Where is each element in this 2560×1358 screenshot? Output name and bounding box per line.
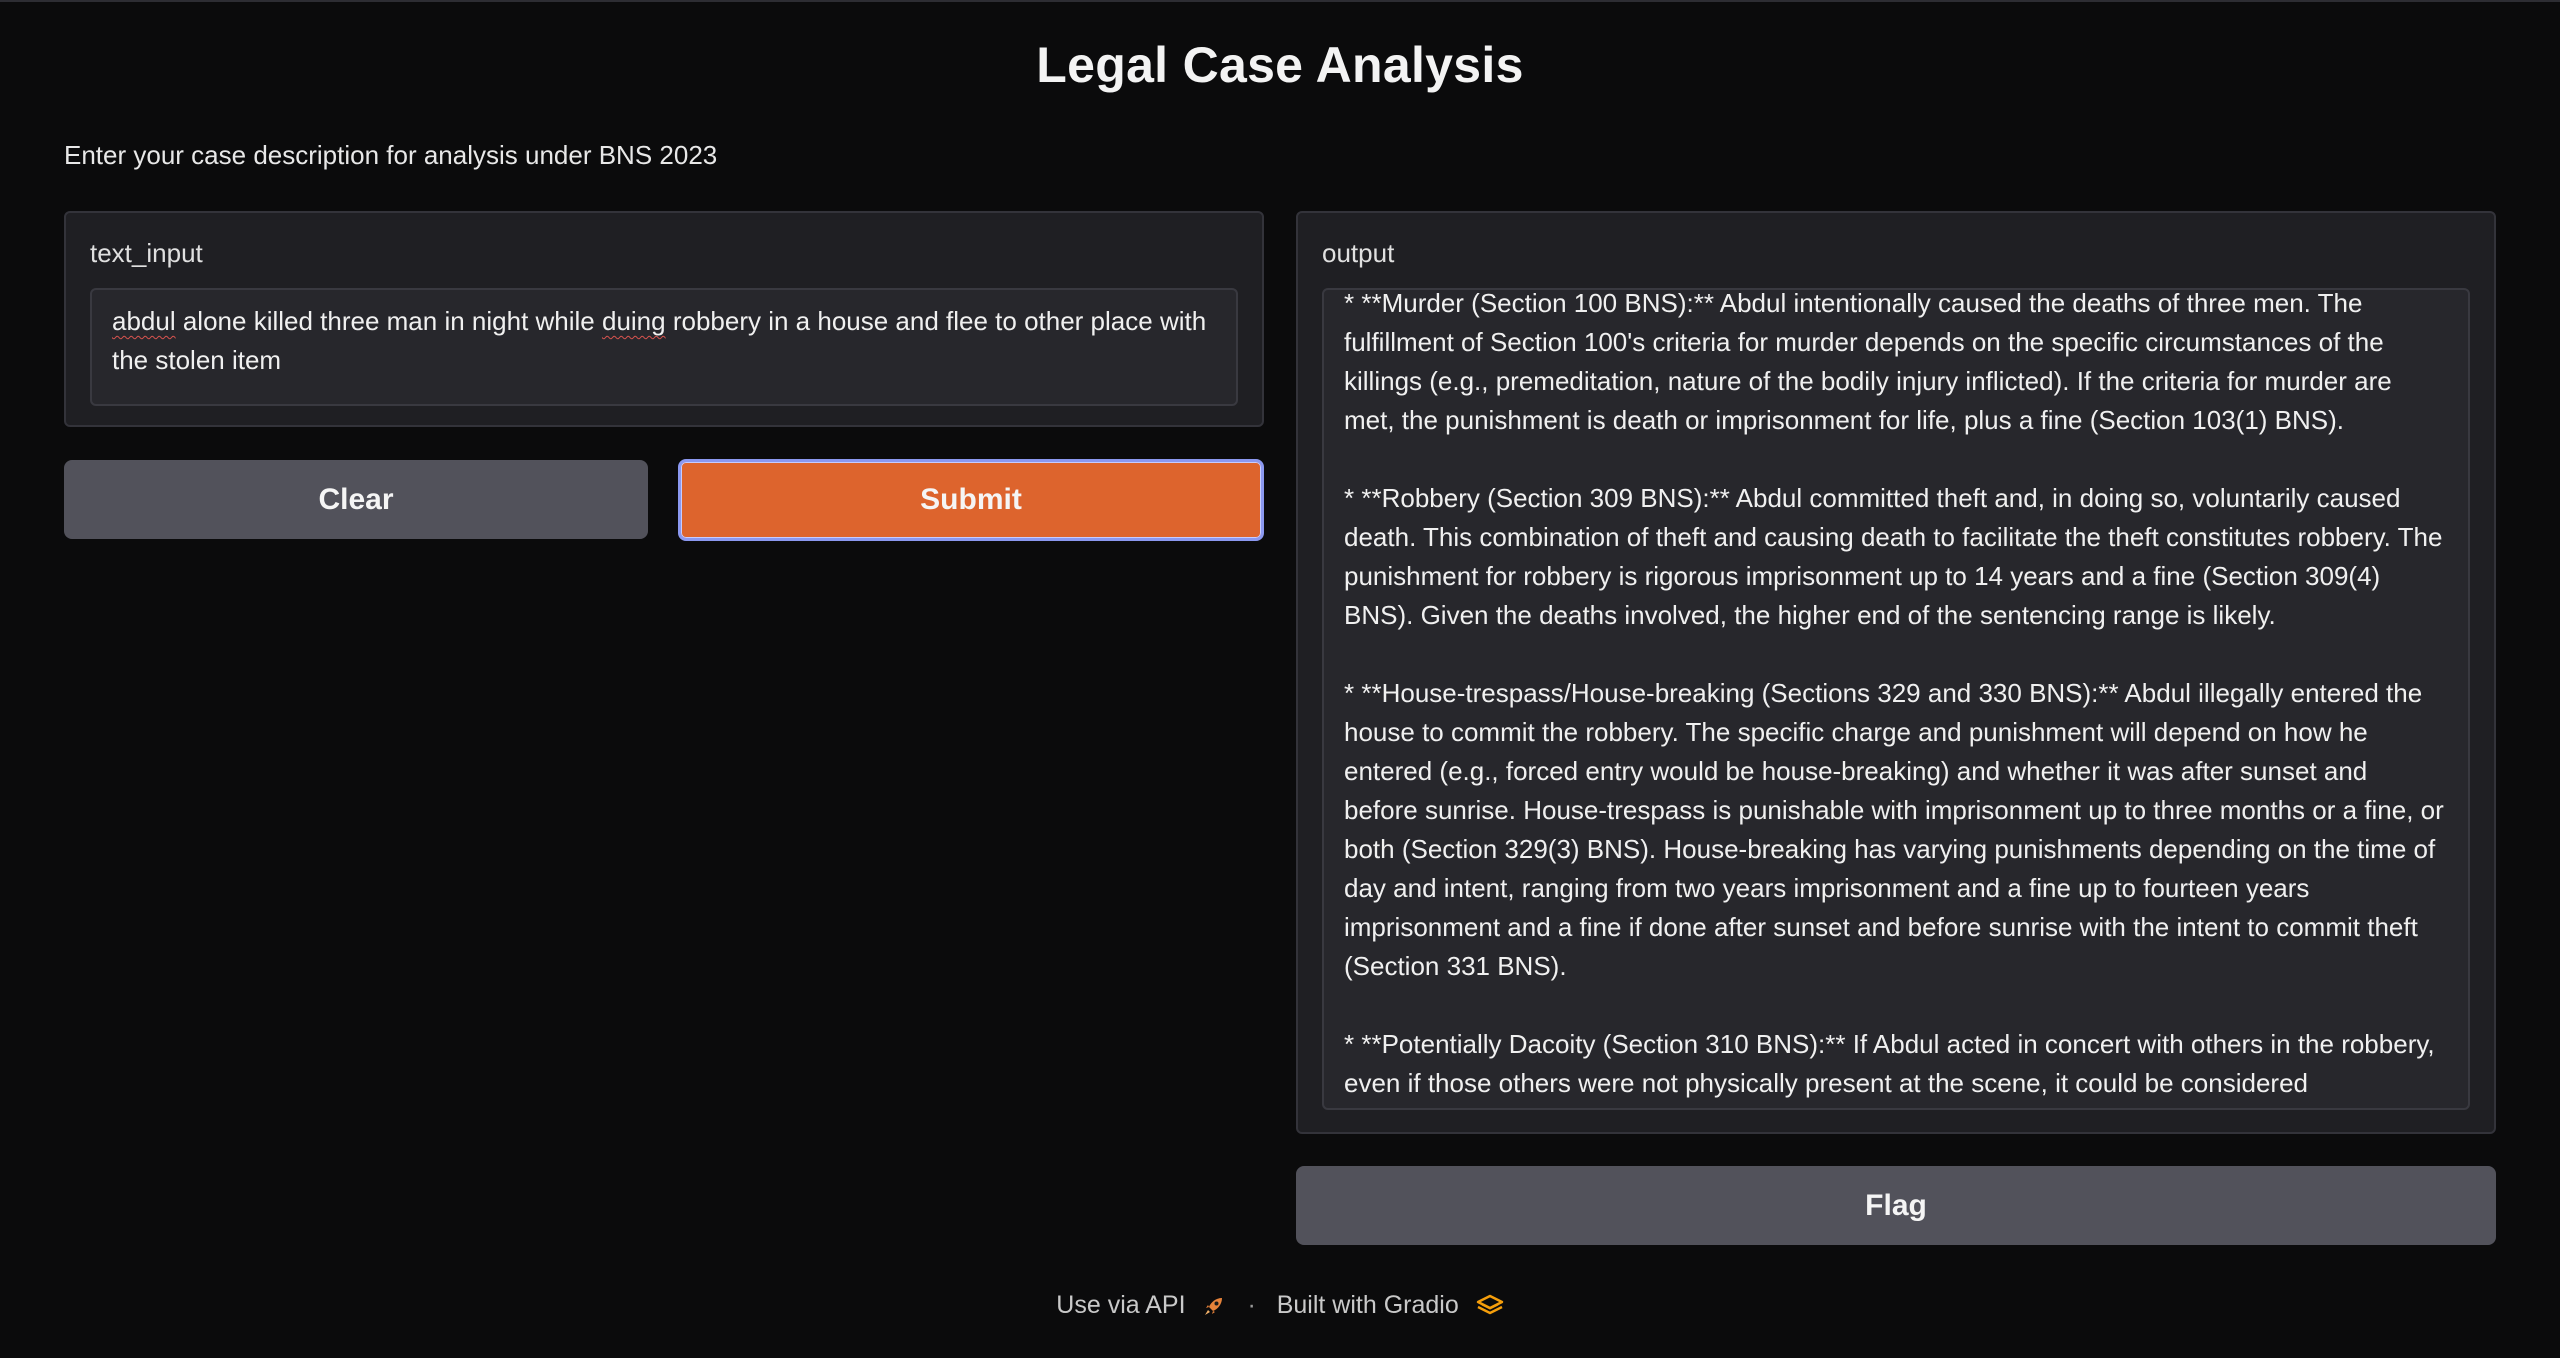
misspelled-word: abdul <box>112 306 176 336</box>
footer: Use via API · Built with Gradio <box>0 1290 2560 1320</box>
output-paragraph: * **Potentially Dacoity (Section 310 BNS… <box>1344 1029 2435 1098</box>
flag-button[interactable]: Flag <box>1296 1166 2496 1245</box>
page-title: Legal Case Analysis <box>1036 37 1524 93</box>
clear-button[interactable]: Clear <box>64 460 648 539</box>
footer-separator: · <box>1247 1290 1256 1319</box>
input-label: text_input <box>90 238 203 268</box>
misspelled-word: duing <box>601 306 666 336</box>
input-panel: text_input abdul alone killed three man … <box>64 211 1264 427</box>
page-description: Enter your case description for analysis… <box>64 140 718 170</box>
output-paragraph: * **Murder (Section 100 BNS):** Abdul in… <box>1344 288 2392 435</box>
use-via-api-label: Use via API <box>1056 1291 1186 1320</box>
output-paragraph: * **House-trespass/House-breaking (Secti… <box>1344 678 2444 981</box>
output-label: output <box>1322 238 1395 268</box>
case-description-textarea[interactable]: abdul alone killed three man in night wh… <box>90 288 1238 406</box>
submit-button[interactable]: Submit <box>678 459 1264 541</box>
output-panel: output * **Murder (Section 100 BNS):** A… <box>1296 211 2496 1134</box>
top-border <box>0 0 2560 2</box>
output-paragraph: * **Robbery (Section 309 BNS):** Abdul c… <box>1344 483 2443 630</box>
rocket-icon <box>1205 1297 1223 1315</box>
gradio-logo-icon <box>1476 1294 1503 1315</box>
use-via-api-link[interactable]: Use via API <box>1056 1290 1233 1320</box>
output-textarea[interactable]: * **Murder (Section 100 BNS):** Abdul in… <box>1322 288 2470 1110</box>
built-with-gradio-link[interactable]: Built with Gradio <box>1276 1290 1504 1320</box>
input-text-segment: alone killed three man in night while <box>175 306 602 336</box>
built-with-gradio-label: Built with Gradio <box>1276 1291 1459 1320</box>
